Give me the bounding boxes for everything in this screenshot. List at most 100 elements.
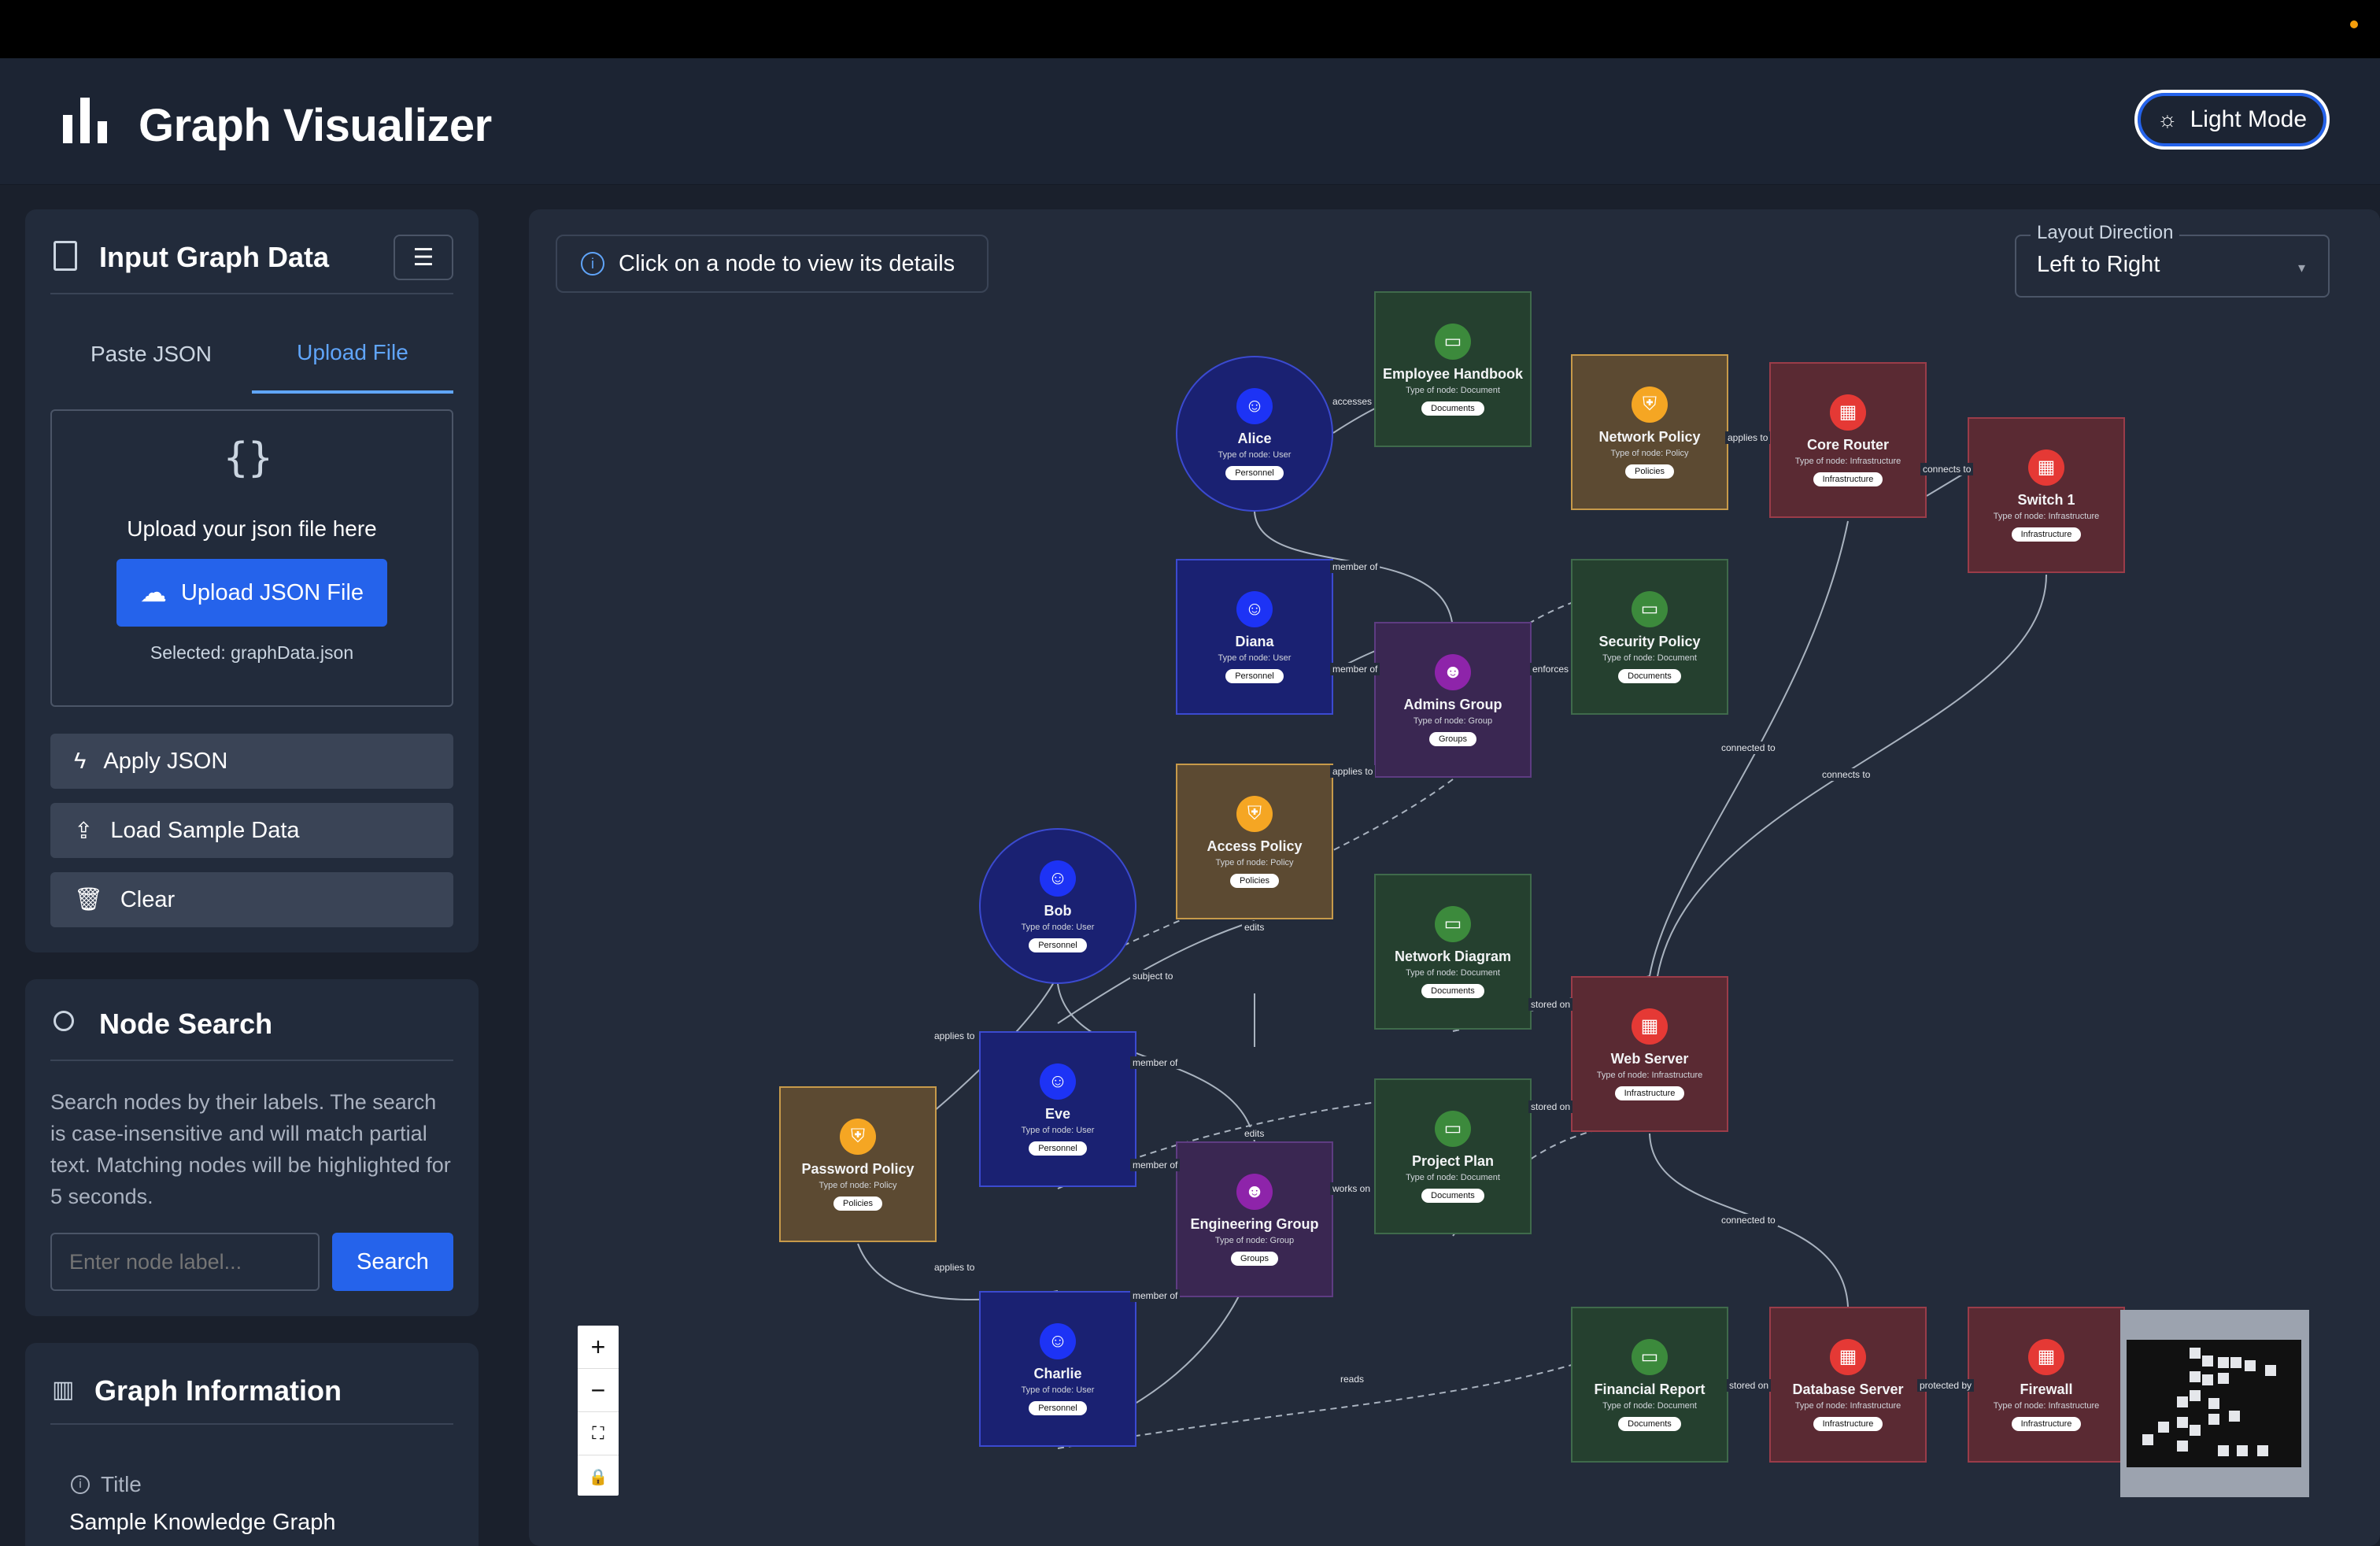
banner-text: Click on a node to view its details <box>619 250 955 276</box>
edge-label: edits <box>1242 1127 1267 1140</box>
shield-icon: ⛨ <box>1236 795 1273 832</box>
group-icon: ☻ <box>1435 653 1471 690</box>
json-braces-icon: {} <box>224 435 273 482</box>
fit-view-button[interactable]: ⛶ <box>578 1412 619 1455</box>
node-network-diagram[interactable]: ▭ Network Diagram Type of node: Document Do… <box>1374 874 1532 1030</box>
minimap-viewport <box>2127 1340 2301 1467</box>
upload-json-button[interactable]: ☁ Upload JSON File <box>116 559 387 627</box>
edge-label: member of <box>1130 1159 1181 1171</box>
folder-icon: ▭ <box>1435 1110 1471 1147</box>
node-web-server[interactable]: ▦ Web Server Type of node: Infrastructure I… <box>1571 976 1728 1132</box>
upload-prompt: Upload your json file here <box>127 516 377 541</box>
node-network-policy[interactable]: ⛨ Network Policy Type of node: Policy Polic… <box>1571 354 1728 510</box>
edge-label: connects to <box>1920 463 1974 475</box>
edge-label: subject to <box>1130 970 1176 982</box>
building-icon: ▦ <box>1830 1338 1866 1375</box>
light-mode-button[interactable]: ☼ Light Mode <box>2134 90 2330 150</box>
layout-direction-label: Layout Direction <box>2031 222 2180 244</box>
folder-icon: ▭ <box>1435 905 1471 942</box>
user-icon: ☺ <box>1236 590 1273 627</box>
zoom-in-button[interactable]: + <box>578 1326 619 1369</box>
node-security-policy[interactable]: ▭ Security Policy Type of node: Document Do… <box>1571 559 1728 715</box>
node-core-router[interactable]: ▦ Core Router Type of node: Infrastructure… <box>1769 362 1927 518</box>
edge-label: applies to <box>932 1030 978 1042</box>
document-icon <box>54 241 77 271</box>
edge-label: member of <box>1330 663 1380 675</box>
building-icon: ▦ <box>1632 1008 1668 1045</box>
tab-upload-file[interactable]: Upload File <box>252 315 453 394</box>
edge-label: applies to <box>1725 431 1771 444</box>
zoom-controls: + − ⛶ 🔒 <box>578 1326 619 1496</box>
node-search-title: Node Search <box>99 1008 273 1040</box>
building-icon: ▦ <box>2028 1338 2064 1375</box>
shield-icon: ⛨ <box>840 1118 876 1155</box>
node-search-input[interactable] <box>50 1233 320 1291</box>
edge-label: edits <box>1242 921 1267 934</box>
node-project-plan[interactable]: ▭ Project Plan Type of node: Document Docum… <box>1374 1078 1532 1234</box>
folder-icon: ▭ <box>1435 323 1471 360</box>
node-database-server[interactable]: ▦ Database Server Type of node: Infrastruc… <box>1769 1307 1927 1463</box>
node-password-policy[interactable]: ⛨ Password Policy Type of node: Policy Poli… <box>779 1086 937 1242</box>
load-sample-button[interactable]: ⇪ Load Sample Data <box>50 803 453 858</box>
zoom-out-button[interactable]: − <box>578 1369 619 1412</box>
layout-direction-value: Left to Right <box>2037 252 2160 277</box>
trash-icon: 🗑 <box>74 887 103 912</box>
edge-label: member of <box>1130 1289 1181 1302</box>
node-bob[interactable]: ☺ Bob Type of node: User Personnel <box>979 828 1136 984</box>
lightning-icon: ϟ <box>74 748 87 774</box>
edge-label: stored on <box>1727 1379 1772 1392</box>
apply-json-label: Apply JSON <box>103 748 228 774</box>
user-icon: ☺ <box>1040 1322 1076 1359</box>
folder-icon: ▭ <box>1632 1338 1668 1375</box>
node-diana[interactable]: ☺ Diana Type of node: User Personnel <box>1176 559 1333 715</box>
tab-paste-json[interactable]: Paste JSON <box>50 315 252 394</box>
node-access-policy[interactable]: ⛨ Access Policy Type of node: Policy Polici… <box>1176 764 1333 919</box>
edge-label: accesses <box>1330 395 1375 408</box>
search-description: Search nodes by their labels. The search… <box>50 1090 451 1208</box>
upload-icon: ⇪ <box>74 818 94 844</box>
edge-label: connected to <box>1719 1214 1778 1226</box>
upload-json-label: Upload JSON File <box>180 579 364 605</box>
user-icon: ☺ <box>1236 387 1273 424</box>
graph-info-field-label: Title <box>101 1472 142 1496</box>
info-panel-divider <box>50 1423 453 1425</box>
info-circle-icon: i <box>71 1475 90 1494</box>
clear-label: Clear <box>120 886 176 912</box>
user-icon: ☺ <box>1040 860 1076 897</box>
building-icon: ▦ <box>1830 394 1866 431</box>
apply-json-button[interactable]: ϟ Apply JSON <box>50 734 453 789</box>
node-employee-handbook[interactable]: ▭ Employee Handbook Type of node: Document… <box>1374 291 1532 447</box>
hamburger-icon: ☰ <box>412 244 434 271</box>
edge-label: member of <box>1130 1056 1181 1069</box>
chart-icon: ▥ <box>52 1377 75 1403</box>
edge-label: stored on <box>1528 1100 1573 1113</box>
input-panel-divider <box>50 293 453 294</box>
edge-label: works on <box>1330 1182 1373 1195</box>
building-icon: ▦ <box>2028 449 2064 486</box>
node-alice[interactable]: ☺ Alice Type of node: User Personnel <box>1176 356 1333 512</box>
node-financial-report[interactable]: ▭ Financial Report Type of node: Document D… <box>1571 1307 1728 1463</box>
cloud-upload-icon: ☁ <box>139 578 167 608</box>
node-firewall[interactable]: ▦ Firewall Type of node: Infrastructure Inf… <box>1968 1307 2125 1463</box>
shield-icon: ⛨ <box>1632 386 1668 423</box>
node-engineering-group[interactable]: ☻ Engineering Group Type of node: Group Gro… <box>1176 1141 1333 1297</box>
search-panel-divider <box>50 1060 453 1061</box>
edge-label: connects to <box>1820 768 1873 781</box>
edge-label: member of <box>1330 560 1380 573</box>
clear-button[interactable]: 🗑 Clear <box>50 872 453 927</box>
menu-button[interactable]: ☰ <box>394 235 453 280</box>
chevron-down-icon: ▾ <box>2298 260 2306 276</box>
light-mode-label: Light Mode <box>2190 106 2308 132</box>
bar-chart-logo-icon <box>63 98 107 143</box>
search-button[interactable]: Search <box>332 1233 453 1291</box>
lock-button[interactable]: 🔒 <box>578 1455 619 1498</box>
node-switch-1[interactable]: ▦ Switch 1 Type of node: Infrastructure Inf… <box>1968 417 2125 573</box>
edge-label: protected by <box>1917 1379 1975 1392</box>
edge-label: connected to <box>1719 742 1778 754</box>
node-eve[interactable]: ☺ Eve Type of node: User Personnel <box>979 1031 1136 1187</box>
status-dot-icon <box>2350 20 2358 28</box>
node-admins-group[interactable]: ☻ Admins Group Type of node: Group Groups <box>1374 622 1532 778</box>
group-icon: ☻ <box>1236 1173 1273 1210</box>
folder-icon: ▭ <box>1632 590 1668 627</box>
node-charlie[interactable]: ☺ Charlie Type of node: User Personnel <box>979 1291 1136 1447</box>
